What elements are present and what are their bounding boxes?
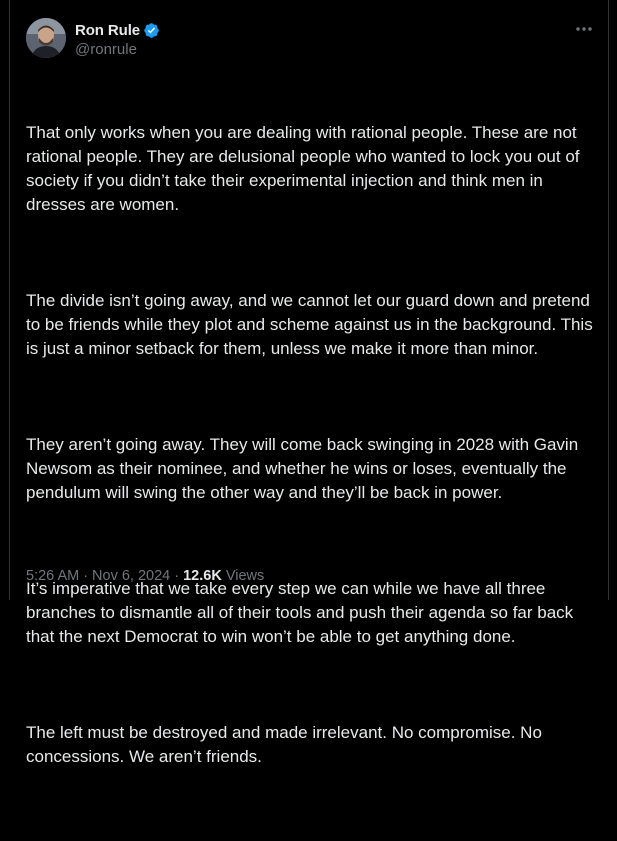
tweet-header: Ron Rule @ronrule [26,18,596,60]
tweet-card: Ron Rule @ronrule That only works when y… [9,0,609,766]
meta-separator: · [83,568,89,584]
author-handle[interactable]: @ronrule [75,41,160,58]
more-horizontal-icon [576,27,592,31]
tweet-paragraph: It’s imperative that we take every step … [26,579,578,646]
views-count[interactable]: 12.6K [183,568,222,584]
avatar[interactable] [26,18,66,58]
tweet-paragraph: The left must be destroyed and made irre… [26,723,547,766]
meta-separator: · [174,568,180,584]
avatar-image [26,18,66,58]
tweet-date[interactable]: Nov 6, 2024 [92,568,170,584]
author-display-name[interactable]: Ron Rule [75,22,140,39]
more-options-button[interactable] [572,18,596,40]
tweet-paragraph: That only works when you are dealing wit… [26,123,585,214]
author-names: Ron Rule @ronrule [75,20,160,58]
tweet-text: That only works when you are dealing wit… [26,73,598,841]
tweet-meta: 5:26 AM · Nov 6, 2024 · 12.6K Views [26,568,264,584]
tweet-time[interactable]: 5:26 AM [26,568,79,584]
tweet-paragraph: They aren’t going away. They will come b… [26,435,583,502]
tweet-paragraph: The divide isn’t going away, and we cann… [26,291,598,358]
verified-badge-icon[interactable] [143,22,160,39]
views-label: Views [225,568,265,584]
